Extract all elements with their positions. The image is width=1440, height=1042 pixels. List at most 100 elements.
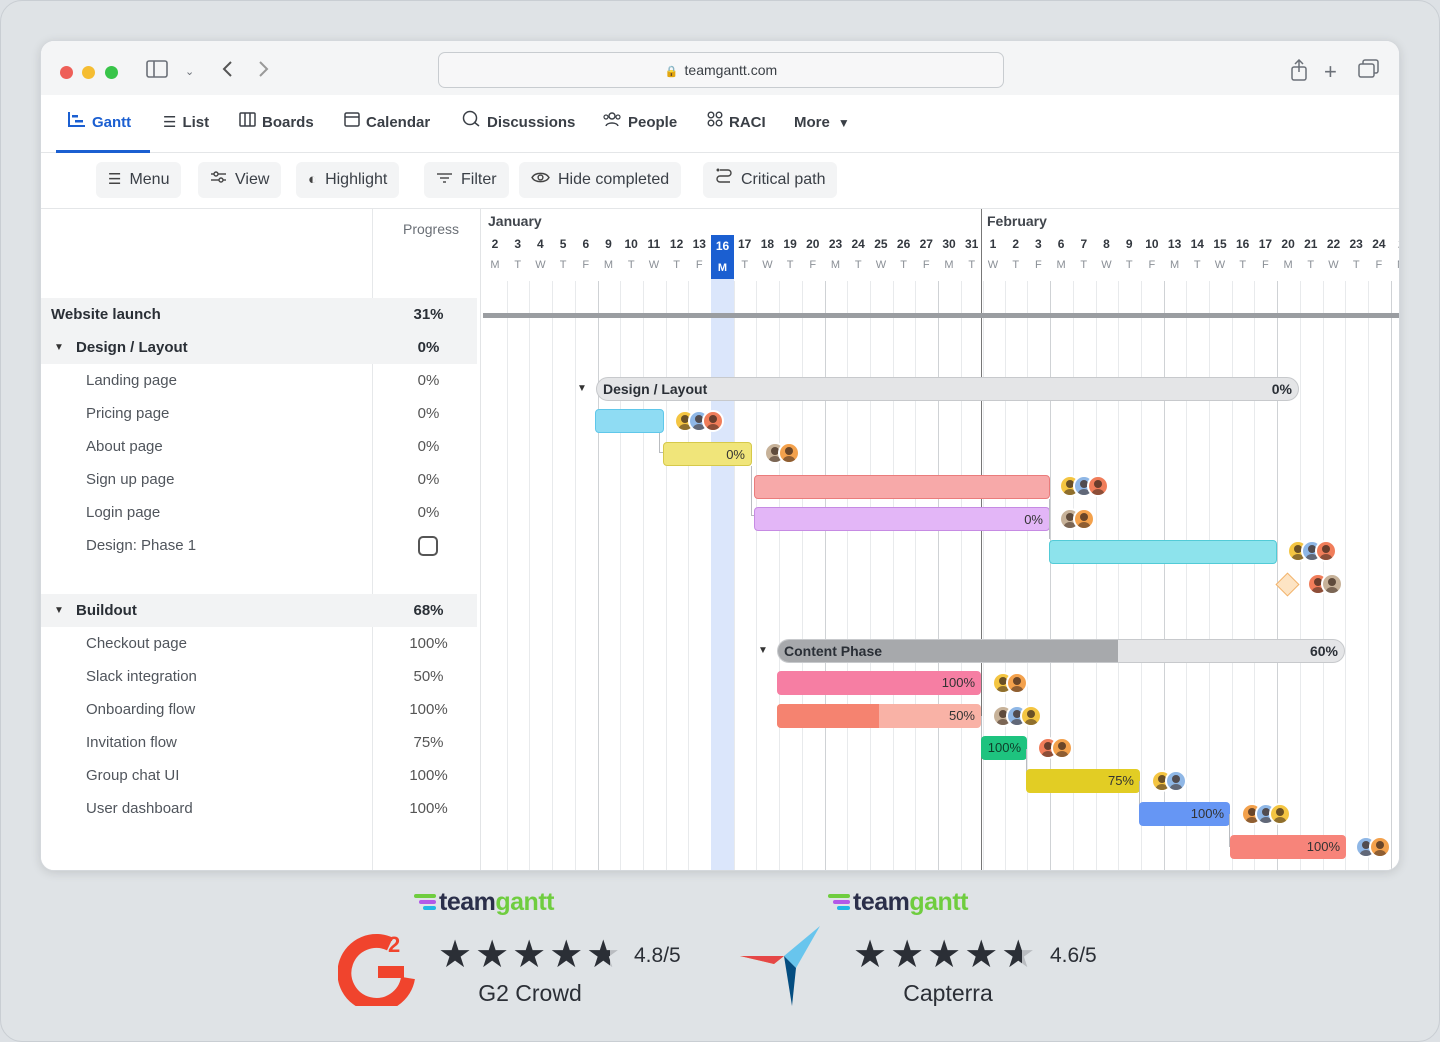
- day-gridline: [824, 281, 826, 870]
- star-rating-capterra: ★★★★★ ★: [853, 934, 1039, 976]
- day-gridline: [938, 281, 939, 870]
- day-gridline: [1231, 281, 1233, 870]
- collapse-triangle-icon[interactable]: ▼: [758, 645, 768, 656]
- task-bar-groupchat[interactable]: 100%: [1139, 802, 1230, 826]
- task-row[interactable]: Slack integration 50%: [41, 660, 477, 693]
- day-gridline: [892, 281, 894, 870]
- avatar: [1087, 475, 1109, 497]
- task-row[interactable]: User dashboard 100%: [41, 792, 477, 825]
- task-bar-onboarding[interactable]: 100%: [981, 736, 1027, 760]
- task-row[interactable]: Landing page 0%: [41, 364, 477, 397]
- task-bar-signup[interactable]: 0%: [754, 507, 1050, 531]
- day-gridline: [552, 281, 554, 870]
- weekday-letter: M: [1170, 259, 1180, 271]
- avatar: [778, 442, 800, 464]
- group-bar-design[interactable]: Design / Layout 0%: [596, 377, 1299, 401]
- view-button[interactable]: View: [198, 162, 282, 198]
- capterra-logo: [740, 926, 822, 1008]
- day-gridline: [620, 281, 622, 870]
- day-number: 8: [1103, 237, 1110, 251]
- collapse-triangle-icon[interactable]: ▼: [577, 383, 587, 394]
- task-row[interactable]: Login page 0%: [41, 496, 477, 529]
- tab-raci[interactable]: RACI: [707, 95, 766, 153]
- new-tab-icon[interactable]: +: [1324, 59, 1337, 85]
- highlight-button[interactable]: ◐ Highlight: [296, 162, 400, 198]
- task-bar-dashboard[interactable]: 100%: [1230, 835, 1346, 859]
- day-number: 11: [647, 237, 661, 251]
- tabs-overview-icon[interactable]: [1358, 59, 1380, 86]
- weekday-letter: T: [1307, 259, 1315, 271]
- hide-completed-button[interactable]: Hide completed: [519, 162, 682, 198]
- weekday-letter: W: [1214, 259, 1226, 271]
- share-icon[interactable]: [1290, 58, 1308, 88]
- tab-people[interactable]: People: [602, 95, 677, 153]
- raci-icon: [707, 95, 723, 151]
- task-row[interactable]: Sign up page 0%: [41, 463, 477, 496]
- minimize-window-button[interactable]: [82, 66, 95, 79]
- tab-discussions[interactable]: Discussions: [462, 95, 575, 153]
- avatar: [1006, 672, 1028, 694]
- weekday-letter: W: [762, 259, 773, 271]
- close-window-button[interactable]: [60, 66, 73, 79]
- task-name: User dashboard: [86, 800, 193, 817]
- task-name: Onboarding flow: [86, 701, 196, 718]
- day-number: 17: [738, 237, 752, 251]
- task-row[interactable]: Checkout page 100%: [41, 627, 477, 660]
- day-number: 4: [537, 237, 544, 251]
- task-bar-slack[interactable]: 50%: [777, 704, 981, 728]
- day-gridline: [506, 281, 508, 870]
- task-bar-login[interactable]: [1049, 540, 1277, 564]
- back-arrow-icon[interactable]: [221, 59, 235, 85]
- task-row[interactable]: Onboarding flow 100%: [41, 693, 477, 726]
- teamgantt-mark-icon: [828, 894, 850, 911]
- tab-list[interactable]: ☰ List: [163, 95, 209, 153]
- chevron-down-icon[interactable]: ⌄: [185, 59, 194, 85]
- milestone-checkbox[interactable]: [418, 536, 438, 556]
- day-number: 16: [1236, 237, 1250, 251]
- group-bar-content[interactable]: Content Phase 60%: [777, 639, 1345, 663]
- day-gridline: [960, 281, 962, 870]
- task-bar-about[interactable]: [754, 475, 1050, 499]
- milestone-diamond[interactable]: [1275, 572, 1300, 597]
- people-icon: [602, 95, 622, 151]
- group-row-design[interactable]: ▼ Design / Layout 0%: [41, 331, 477, 364]
- tab-gantt[interactable]: Gantt: [68, 95, 131, 153]
- tab-calendar[interactable]: Calendar: [344, 95, 430, 153]
- project-row[interactable]: Website launch 31%: [41, 298, 477, 331]
- task-row[interactable]: Invitation flow 75%: [41, 726, 477, 759]
- forward-arrow-icon[interactable]: [256, 59, 270, 85]
- boards-icon: [239, 95, 256, 151]
- day-number: 18: [760, 237, 775, 251]
- sidebar-toggle-icon[interactable]: [146, 59, 168, 85]
- task-progress: 100%: [409, 800, 448, 817]
- tab-more[interactable]: More ▼: [794, 95, 850, 153]
- list-icon: ☰: [163, 114, 177, 131]
- task-row[interactable]: Group chat UI 100%: [41, 759, 477, 792]
- collapse-triangle-icon[interactable]: ▼: [54, 594, 64, 627]
- avatar: [1315, 540, 1337, 562]
- rating-score-capterra: 4.6/5: [1050, 944, 1097, 967]
- menu-button[interactable]: ☰ Menu: [96, 162, 182, 198]
- tab-boards[interactable]: Boards: [239, 95, 314, 153]
- day-number: 10: [1145, 237, 1159, 251]
- task-bar-checkout[interactable]: 100%: [777, 671, 981, 695]
- day-number: 24: [851, 237, 865, 251]
- address-bar[interactable]: 🔒 teamgantt.com: [438, 52, 1004, 88]
- weekday-letter: W: [1101, 259, 1112, 271]
- browser-window: ⌄ 🔒 teamgantt.com + Gantt ☰ List Boards Ca…: [40, 40, 1400, 871]
- task-bar-pricing[interactable]: 0%: [663, 442, 752, 466]
- day-gridline: [756, 281, 758, 870]
- route-icon: [715, 162, 733, 198]
- task-row[interactable]: About page 0%: [41, 430, 477, 463]
- assignee-avatars: [1287, 540, 1347, 564]
- milestone-row[interactable]: Design: Phase 1: [41, 529, 477, 562]
- task-row[interactable]: Pricing page 0%: [41, 397, 477, 430]
- group-row-buildout[interactable]: ▼ Buildout 68%: [41, 594, 477, 627]
- zoom-window-button[interactable]: [105, 66, 118, 79]
- collapse-triangle-icon[interactable]: ▼: [54, 331, 64, 364]
- filter-button[interactable]: Filter: [424, 162, 509, 198]
- critical-path-button[interactable]: Critical path: [703, 162, 838, 198]
- task-bar-landing[interactable]: [595, 409, 664, 433]
- assignee-avatars: [1059, 508, 1103, 532]
- task-bar-invitation[interactable]: 75%: [1026, 769, 1140, 793]
